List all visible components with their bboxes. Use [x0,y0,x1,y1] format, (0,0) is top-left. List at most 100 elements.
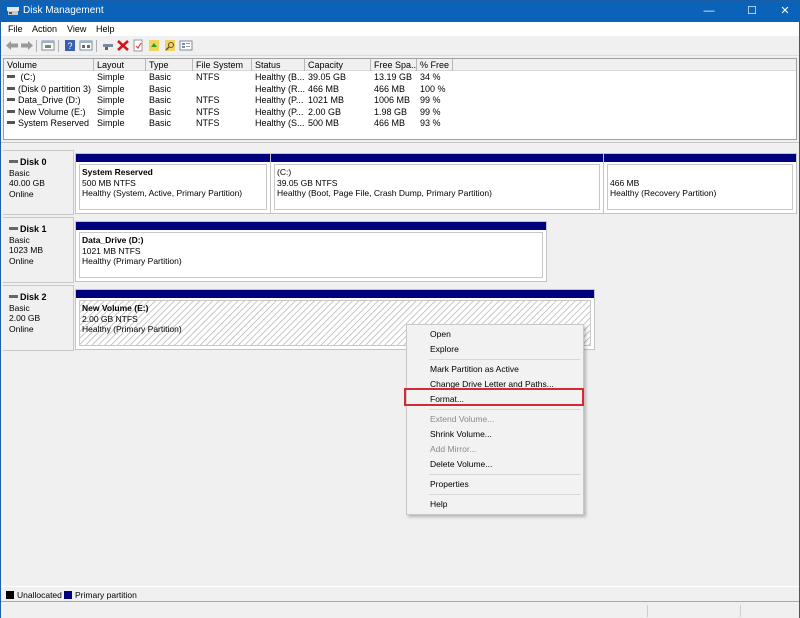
cell-text: 13.19 GB [374,72,413,82]
cell-capacity: 466 MB [305,84,371,95]
disk-size: 40.00 GB [9,178,45,188]
menu-item-shrink-volume[interactable]: Shrink Volume... [407,427,583,442]
menu-item-delete-volume[interactable]: Delete Volume... [407,457,583,472]
partition-status: Healthy (Recovery Partition) [610,188,717,198]
cell-free: 1.98 GB [371,107,417,118]
cell-text: 1006 MB [374,95,411,105]
partition-size: 1021 MB NTFS [82,245,141,256]
volume-list: Volume Layout Type File System Status Ca… [3,58,797,140]
pane-splitter[interactable] [1,142,799,145]
menu-item-extend-volume: Extend Volume... [430,414,495,424]
column-header-volume[interactable]: Volume [4,59,94,71]
menu-separator [429,359,580,360]
menu-file[interactable]: File [8,24,23,34]
disk-2-label[interactable]: Disk 2 Basic 2.00 GB Online [3,285,74,351]
disk-name: Disk 1 [20,224,47,234]
cell-text: Basic [149,106,172,117]
details-icon[interactable] [179,39,193,52]
cell-text: 466 MB [308,83,340,94]
close-icon: ✕ [780,5,790,17]
show-hide-icon[interactable] [79,39,93,52]
properties-icon[interactable] [131,39,145,52]
primary-partition-bar [271,154,603,162]
status-bar [1,603,799,618]
column-header-capacity[interactable]: Capacity [305,59,371,71]
cell-text: (C:) [18,72,36,82]
menu-item-help[interactable]: Help [407,497,583,512]
cell-text: Simple [97,83,125,94]
partition-size: 466 MB [610,177,640,188]
menu-separator [429,494,580,495]
cell-free: 466 MB [371,118,417,129]
menu-separator [429,474,580,475]
volume-list-row[interactable]: System Reserved Simple Basic NTFS Healthy (S… [4,118,796,129]
partition-recovery[interactable]: 466 MB Healthy (Recovery Partition) [603,153,797,214]
menu-help[interactable]: Help [96,24,115,34]
cell-capacity: 39.05 GB [305,72,371,83]
partition-data-drive-d[interactable]: Data_Drive (D:) 1021 MB NTFS Healthy (Pr… [75,221,547,282]
legend-bar: Unallocated Primary partition [1,586,799,602]
column-header-layout[interactable]: Layout [94,59,146,71]
partition-size: 2.00 GB NTFS [82,313,138,324]
volume-icon [7,109,15,113]
cell-pct: 99 % [417,95,457,106]
open-folder-icon[interactable] [147,39,161,52]
column-header-free-space[interactable]: Free Spa... [371,59,417,71]
menu-item-explore[interactable]: Explore [407,342,583,357]
partition-size: 500 MB NTFS [82,177,136,188]
toolbar-separator [36,40,37,52]
column-header-status[interactable]: Status [252,59,305,71]
console-tree-icon[interactable] [41,39,55,52]
volume-list-row[interactable]: (C:) Simple Basic NTFS Healthy (B... 39.05 GB… [4,72,796,83]
disk-0-label[interactable]: Disk 0 Basic 40.00 GB Online [3,150,74,215]
volume-list-row[interactable]: New Volume (E:) Simple Basic NTFS Healthy (P… [4,107,796,118]
connect-icon[interactable] [101,39,115,52]
cell-status: Healthy (B... [252,72,305,83]
column-header-percent-free[interactable]: % Free [417,59,453,71]
toolbar-separator [96,40,97,52]
forward-icon[interactable] [20,39,34,52]
help-icon[interactable]: ? [63,39,77,52]
cell-layout: Simple [94,84,146,95]
maximize-button[interactable]: ☐ [734,1,770,22]
volume-list-row[interactable]: (Disk 0 partition 3) Simple Basic Healthy (… [4,84,796,95]
partition-system-reserved[interactable]: System Reserved 500 MB NTFS Healthy (Sys… [75,153,271,214]
cell-text: 2.00 GB [308,106,342,117]
cell-type: Basic [146,95,193,106]
column-header-file-system[interactable]: File System [193,59,252,71]
volume-list-row[interactable]: Data_Drive (D:) Simple Basic NTFS Healthy (P… [4,95,796,106]
cell-text: Healthy (P... [255,106,304,117]
unallocated-swatch [6,591,14,599]
menu-action[interactable]: Action [32,24,57,34]
close-button[interactable]: ✕ [767,1,800,22]
cell-text: Healthy (R... [255,83,305,94]
partition-c[interactable]: (C:) 39.05 GB NTFS Healthy (Boot, Page F… [270,153,604,214]
back-icon[interactable] [5,39,19,52]
cell-text: NTFS [196,72,220,82]
primary-partition-bar [76,154,270,162]
status-divider [740,605,741,617]
menu-item-mark-partition-as-active[interactable]: Mark Partition as Active [407,362,583,377]
delete-icon[interactable] [116,39,130,52]
minimize-button[interactable]: — [691,1,727,22]
cell-volume: New Volume (E:) [4,107,94,118]
partition-status: Healthy (Primary Partition) [82,256,182,266]
disk-1-label[interactable]: Disk 1 Basic 1023 MB Online [3,217,74,283]
cell-text: 34 % [420,72,441,82]
menu-view[interactable]: View [67,24,86,34]
cell-type: Basic [146,107,193,118]
cell-text: Basic [149,72,172,82]
column-header-type[interactable]: Type [146,59,193,71]
disk-state: Online [9,188,34,199]
disk-size: 2.00 GB [9,313,41,323]
cell-status: Healthy (P... [252,95,305,106]
cell-text: 1021 MB [308,95,345,105]
menu-item-open[interactable]: Open [407,327,583,342]
explore-icon[interactable] [163,39,177,52]
volume-icon [7,98,15,102]
disk-name: Disk 0 [20,157,47,167]
partition-details: (C:) 39.05 GB NTFS Healthy (Boot, Page F… [274,164,600,210]
menu-item-properties[interactable]: Properties [407,477,583,492]
cell-layout: Simple [94,72,146,83]
disk-type: Basic [9,302,30,313]
